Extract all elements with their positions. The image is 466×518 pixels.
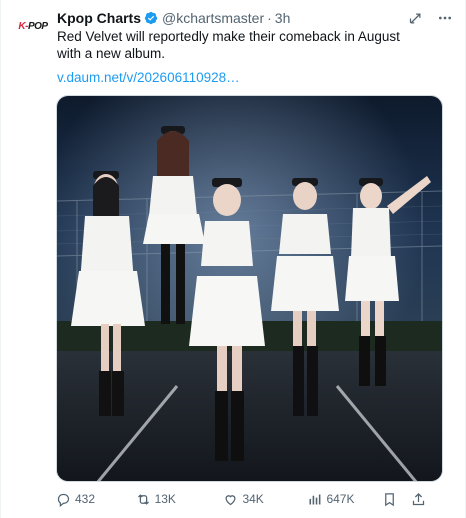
- tweet-card[interactable]: K-POP Kpop Charts @kchartsmaster · 3h Re…: [0, 0, 466, 518]
- views-button[interactable]: 647K: [307, 492, 382, 507]
- verified-badge-icon: [144, 11, 158, 25]
- tweet-photo[interactable]: [56, 95, 443, 482]
- tweet-end-actions: [382, 492, 426, 507]
- avatar-logo-k: K-: [18, 21, 28, 32]
- handle[interactable]: @kchartsmaster: [162, 10, 264, 26]
- repost-count: 13K: [154, 492, 176, 506]
- reply-count: 432: [75, 492, 96, 506]
- grok-icon[interactable]: [407, 10, 423, 26]
- share-icon[interactable]: [411, 492, 426, 507]
- tweet-link[interactable]: v.daum.net/v/202606110928…: [57, 70, 240, 85]
- repost-button[interactable]: 13K: [136, 492, 220, 507]
- tweet-actions: 432 13K 34K 647K: [56, 489, 426, 509]
- reply-icon: [57, 493, 70, 507]
- timestamp[interactable]: 3h: [275, 10, 291, 26]
- separator-dot: ·: [267, 10, 272, 26]
- display-name[interactable]: Kpop Charts: [57, 10, 141, 26]
- header-icons: [407, 10, 453, 26]
- like-button[interactable]: 34K: [223, 492, 305, 507]
- more-icon[interactable]: [437, 10, 453, 26]
- views-icon: [309, 494, 321, 504]
- reply-button[interactable]: 432: [56, 492, 131, 507]
- like-icon: [225, 494, 236, 505]
- bookmark-icon[interactable]: [382, 492, 397, 507]
- avatar-logo-pop: POP: [27, 21, 48, 32]
- tweet-text: Red Velvet will reportedly make their co…: [57, 29, 400, 61]
- avatar-logo: K-POP: [18, 21, 48, 32]
- avatar[interactable]: K-POP: [16, 10, 50, 44]
- like-count: 34K: [242, 492, 264, 506]
- repost-icon: [137, 493, 149, 505]
- tweet-header: Kpop Charts @kchartsmaster · 3h: [57, 8, 453, 28]
- views-count: 647K: [326, 492, 355, 506]
- group-photo-illustration: [57, 96, 442, 481]
